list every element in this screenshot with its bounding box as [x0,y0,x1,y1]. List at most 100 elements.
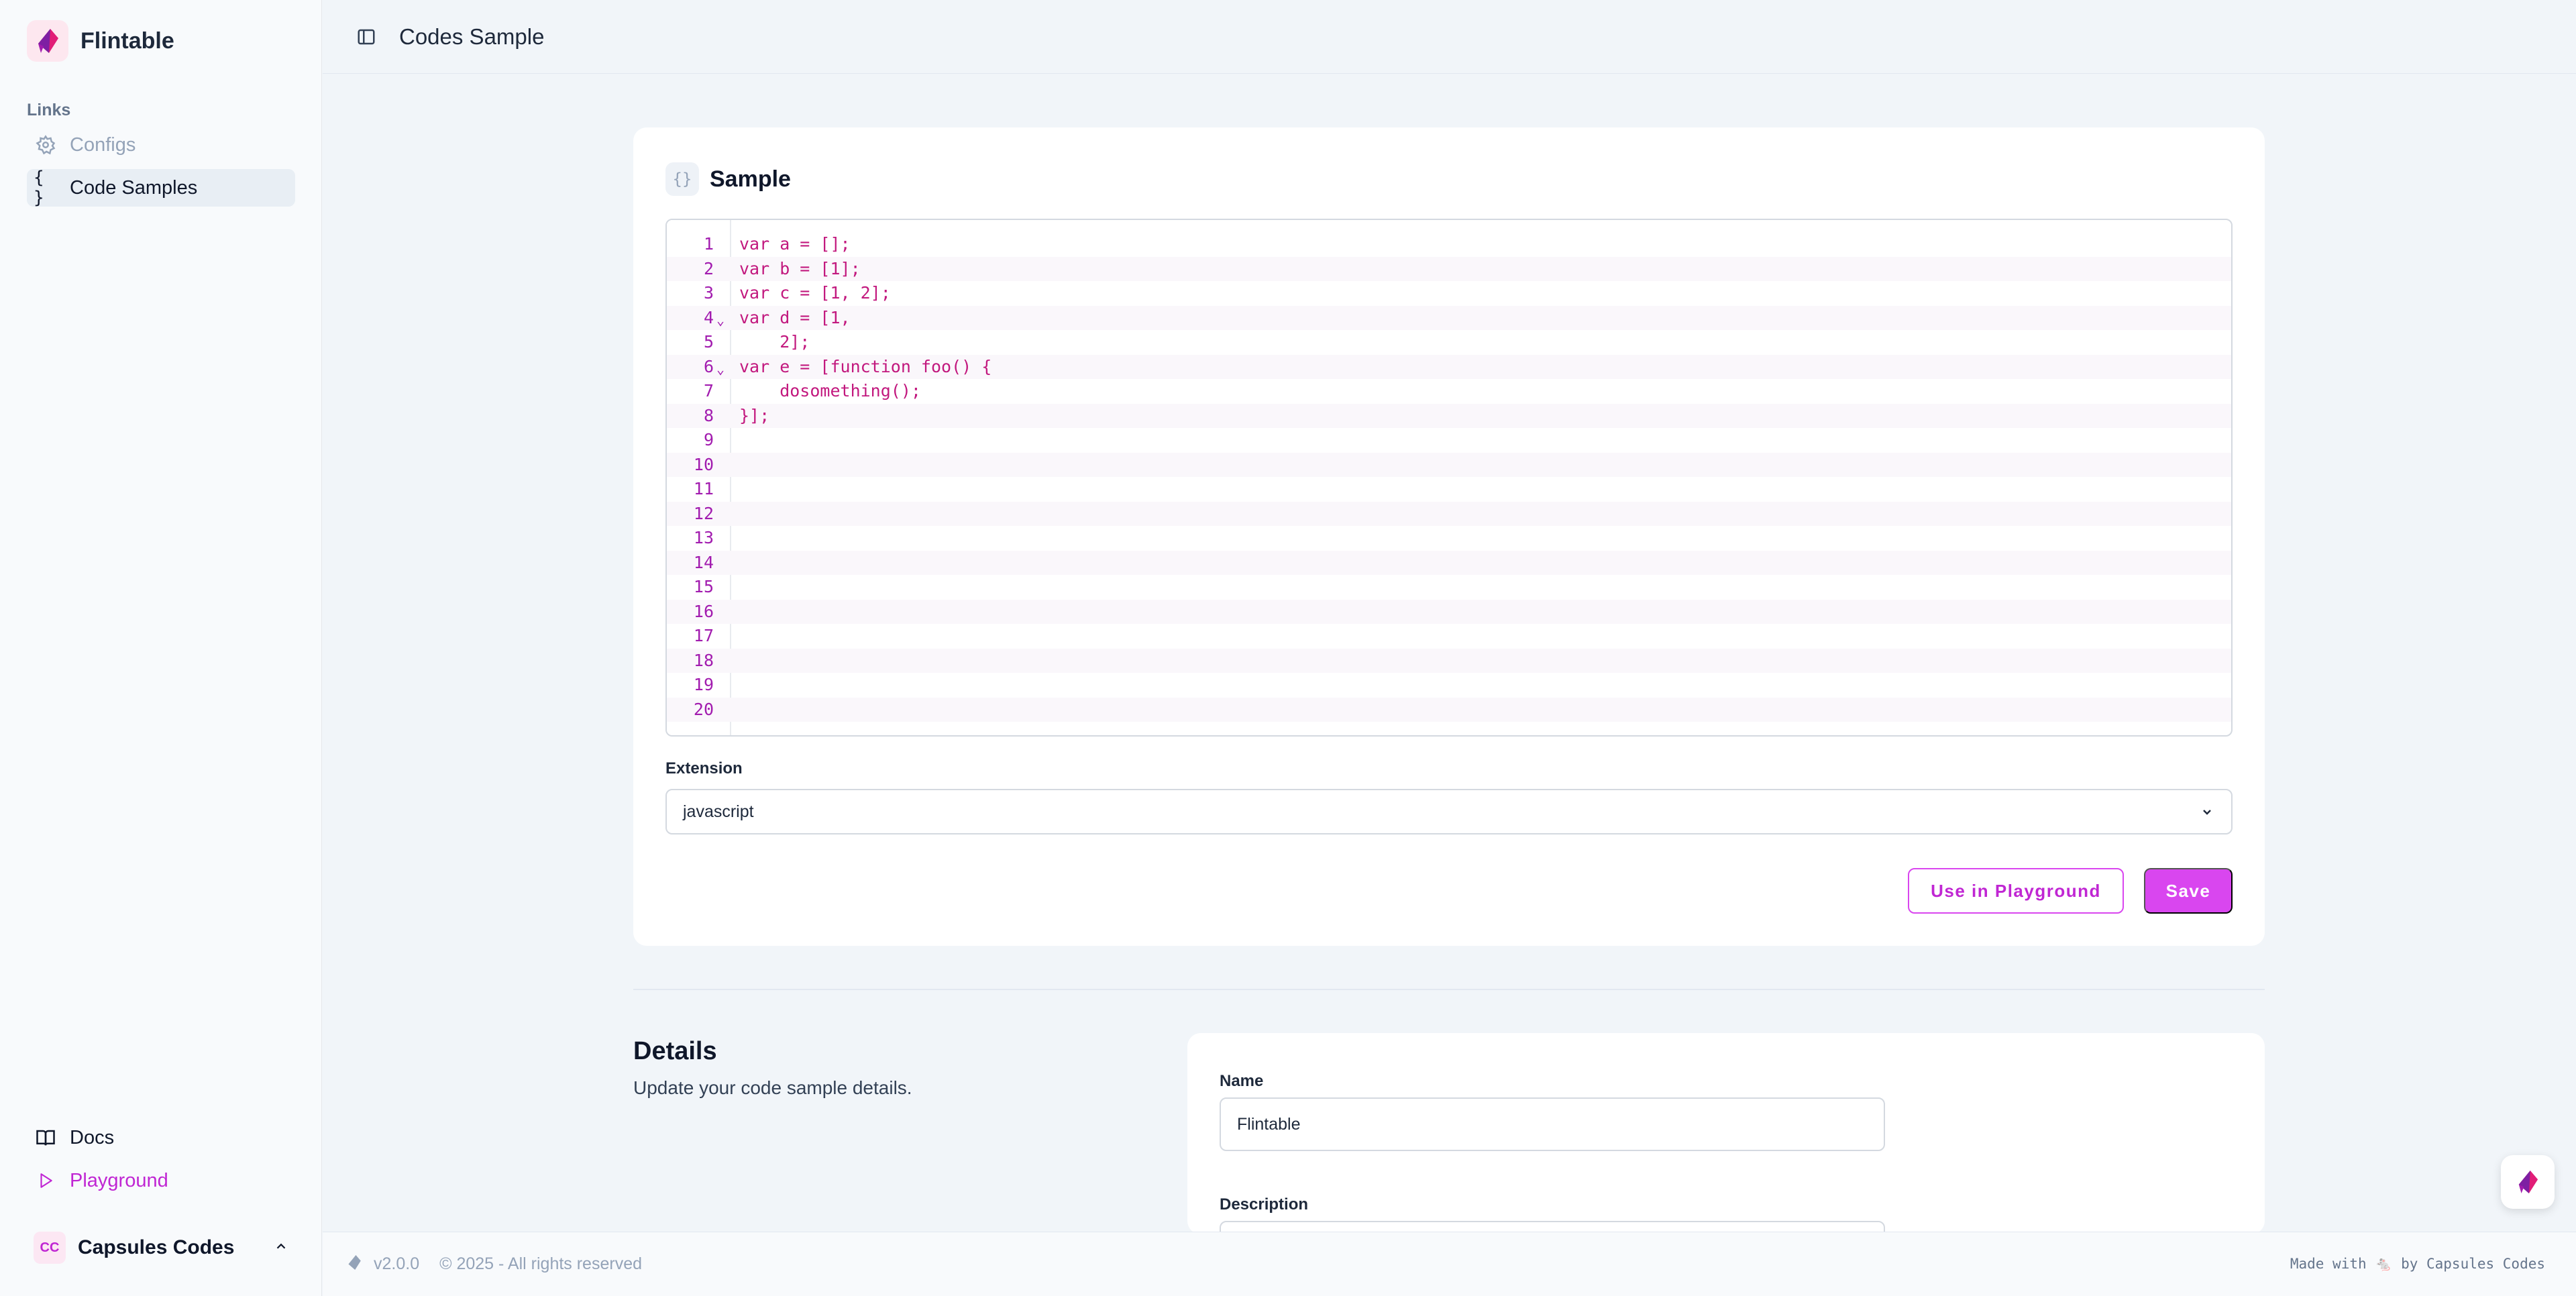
description-label: Description [1220,1195,1309,1213]
code-line[interactable]: 13 [667,526,2231,551]
book-icon [34,1126,58,1150]
code-line[interactable]: 8}]; [667,403,2231,428]
footer: v2.0.0 © 2025 - All rights reserved Made… [323,1232,2576,1296]
page-title: Codes Sample [399,23,545,49]
code-text: }]; [739,405,770,425]
use-in-playground-button[interactable]: Use in Playground [1908,868,2124,914]
code-line[interactable]: 3 var c = [1, 2]; [667,281,2231,306]
sidebar-item-configs[interactable]: Configs [27,126,295,164]
save-button[interactable]: Save [2144,868,2233,914]
flintable-logo-icon [2518,1171,2538,1193]
fold-chevron-icon[interactable]: ⌄ [716,308,724,333]
code-line[interactable]: 4 ⌄ var d = [1, [667,305,2231,333]
copyright-text: © 2025 - All rights reserved [439,1254,643,1273]
play-icon [34,1169,58,1193]
details-title: Details [633,1037,717,1065]
card-header: {} Sample [665,162,791,196]
extension-label: Extension [665,759,743,777]
user-name: Capsules Codes [78,1236,235,1258]
line-number: 9 [703,430,714,449]
sidebar-item-label: Playground [70,1169,168,1191]
brand[interactable]: Flintable [27,20,174,62]
line-number: 3 [703,283,714,303]
line-number: 20 [693,699,714,719]
details-subtitle: Update your code sample details. [633,1077,912,1098]
line-number: 1 [703,234,714,254]
user-menu[interactable]: CC Capsules Codes [27,1228,295,1268]
links-section-label: Links [27,101,71,119]
code-line[interactable]: 5 2]; [667,330,2231,355]
version-text: v2.0.0 [374,1254,420,1273]
line-number: 10 [693,454,714,474]
line-number: 6 [703,356,714,376]
code-text: dosomething(); [739,381,921,400]
section-divider [633,989,2265,990]
footer-logo-icon [347,1254,362,1275]
code-line[interactable]: 19 [667,673,2231,698]
code-text: var b = [1]; [739,258,861,278]
braces-icon: { } [34,168,44,208]
line-number: 15 [693,577,714,596]
made-with-text[interactable]: Made with 🐁 by Capsules Codes [2290,1256,2545,1273]
line-number: 8 [703,405,714,425]
line-number: 16 [693,601,714,621]
sidebar-item-label: Docs [70,1126,115,1148]
line-number: 13 [693,528,714,547]
sidebar-item-playground[interactable]: Playground [27,1162,181,1199]
name-field[interactable]: Flintable [1220,1097,1885,1151]
name-value: Flintable [1237,1114,1301,1134]
flintable-fab-button[interactable] [2501,1155,2555,1209]
chevron-down-icon [2199,804,2215,824]
card-title: Sample [710,166,791,192]
flintable-logo-icon [27,20,68,62]
fold-chevron-icon[interactable]: ⌄ [716,357,724,382]
code-text: var d = [1, [739,307,851,327]
line-number: 5 [703,332,714,352]
line-number: 2 [703,258,714,278]
line-number: 17 [693,626,714,645]
chevron-up-icon [274,1239,288,1257]
top-bar: Codes Sample [323,0,2576,74]
code-line[interactable]: 7 dosomething(); [667,379,2231,404]
sidebar-item-label: Code Samples [70,176,198,199]
code-text: var c = [1, 2]; [739,283,891,303]
sidebar-item-docs[interactable]: Docs [27,1119,148,1156]
code-line[interactable]: 14 [667,550,2231,575]
code-line[interactable]: 6 ⌄ var e = [function foo() { [667,354,2231,382]
braces-icon: {} [665,162,699,196]
code-line[interactable]: 11 [667,477,2231,502]
code-line[interactable]: 9 [667,428,2231,453]
line-number: 18 [693,650,714,670]
code-line[interactable]: 16 [667,599,2231,624]
details-card: Name Flintable Description [1187,1033,2265,1234]
sidebar-toggle-icon[interactable] [350,20,383,54]
line-number: 19 [693,675,714,694]
line-number: 7 [703,381,714,400]
name-label: Name [1220,1072,1264,1090]
code-line[interactable]: 2 var b = [1]; [667,256,2231,281]
code-line[interactable]: 15 [667,575,2231,600]
line-number: 11 [693,479,714,498]
avatar: CC [34,1232,66,1264]
brand-name: Flintable [80,28,174,54]
code-line[interactable]: 20 [667,697,2231,722]
code-text: var a = []; [739,234,851,254]
line-number: 4 [703,307,714,327]
sidebar-item-label: Configs [70,133,136,156]
sidebar: Flintable Links Configs { } Code Samples… [0,0,322,1296]
code-text: var e = [function foo() { [739,356,992,376]
code-editor[interactable]: 1 var a = []; 2 var b = [1]; 3 var c = [1, 2]… [665,219,2233,737]
sample-card: {} Sample 1 var a = []; 2 var b = [1]; 3 var … [633,127,2265,946]
line-number: 14 [693,552,714,572]
code-line[interactable]: 1 var a = []; [667,232,2231,257]
code-line[interactable]: 10 [667,452,2231,477]
code-line[interactable]: 18 [667,648,2231,673]
line-number: 12 [693,503,714,523]
extension-value: javascript [683,802,754,821]
code-line[interactable]: 12 [667,501,2231,526]
code-line[interactable]: 17 [667,624,2231,649]
sidebar-item-code-samples[interactable]: { } Code Samples [27,168,295,208]
gear-icon [34,133,58,157]
code-text: 2]; [739,332,810,352]
extension-select[interactable]: javascript [665,789,2233,834]
